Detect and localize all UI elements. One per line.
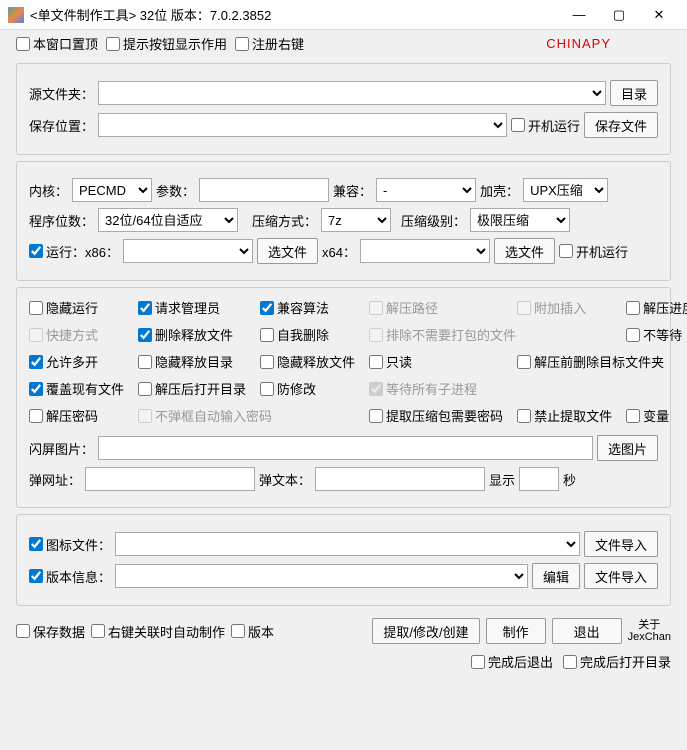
version-info-select[interactable] (115, 564, 528, 588)
run-x86-checkbox[interactable]: 运行：x86： (29, 242, 119, 261)
splash-label: 闪屏图片： (29, 439, 94, 458)
version-info-checkbox[interactable]: 版本信息： (29, 567, 111, 586)
boot-run-checkbox[interactable]: 开机运行 (511, 116, 580, 135)
exit-after-checkbox[interactable]: 完成后退出 (471, 652, 553, 671)
maximize-button[interactable]: ▢ (599, 0, 639, 30)
hide-dir-checkbox[interactable]: 隐藏释放目录 (138, 352, 246, 371)
req-admin-checkbox[interactable]: 请求管理员 (138, 298, 246, 317)
build-button[interactable]: 制作 (486, 618, 546, 644)
compat-label: 兼容： (333, 181, 372, 200)
multi-checkbox[interactable]: 允许多开 (29, 352, 124, 371)
popup-url-input[interactable] (85, 467, 255, 491)
readonly-checkbox[interactable]: 只读 (369, 352, 503, 371)
extract-modify-create-button[interactable]: 提取/修改/创建 (372, 618, 479, 644)
selfile-x64-button[interactable]: 选文件 (494, 238, 555, 264)
app-icon (8, 7, 24, 23)
splash-browse-button[interactable]: 选图片 (597, 435, 658, 461)
exit-button[interactable]: 退出 (552, 618, 622, 644)
popup-text-label: 弹文本： (259, 470, 311, 489)
version-edit-button[interactable]: 编辑 (532, 563, 580, 589)
run-x64-select[interactable] (360, 239, 490, 263)
bits-label: 程序位数： (29, 211, 94, 230)
hide-file-checkbox[interactable]: 隐藏释放文件 (260, 352, 355, 371)
minimize-button[interactable]: — (559, 0, 599, 30)
popup-text-input[interactable] (315, 467, 485, 491)
overwrite-checkbox[interactable]: 覆盖现有文件 (29, 379, 124, 398)
window-title: <单文件制作工具> 32位 版本：7.0.2.3852 (30, 5, 559, 24)
no-pwd-dlg-checkbox: 不弹框自动输入密码 (138, 406, 355, 425)
selfile-x86-button[interactable]: 选文件 (257, 238, 318, 264)
bits-select[interactable]: 32位/64位自适应 (98, 208, 238, 232)
show-label: 显示 (489, 470, 515, 489)
compat-algo-checkbox[interactable]: 兼容算法 (260, 298, 355, 317)
save-data-checkbox[interactable]: 保存数据 (16, 622, 85, 641)
save-file-button[interactable]: 保存文件 (584, 112, 658, 138)
run-x86-select[interactable] (123, 239, 253, 263)
param-input[interactable] (199, 178, 329, 202)
shell-select[interactable]: UPX压缩 (523, 178, 608, 202)
del-target-checkbox[interactable]: 解压前删除目标文件夹 (517, 352, 687, 371)
source-folder-select[interactable] (98, 81, 606, 105)
bootrun2-checkbox[interactable]: 开机运行 (559, 242, 628, 261)
x64-label: x64： (322, 242, 356, 261)
shortcut-checkbox: 快捷方式 (29, 325, 124, 344)
ziplvl-label: 压缩级别： (401, 211, 466, 230)
need-pwd-checkbox[interactable]: 提取压缩包需要密码 (369, 406, 503, 425)
hide-run-checkbox[interactable]: 隐藏运行 (29, 298, 124, 317)
extract-pwd-checkbox[interactable]: 解压密码 (29, 406, 124, 425)
close-button[interactable]: ✕ (639, 0, 679, 30)
self-del-checkbox[interactable]: 自我删除 (260, 325, 355, 344)
extract-path-checkbox: 解压路径 (369, 298, 503, 317)
zipmode-select[interactable]: 7z (321, 208, 391, 232)
wait-child-checkbox: 等待所有子进程 (369, 379, 687, 398)
save-location-select[interactable] (98, 113, 507, 137)
del-extract-checkbox[interactable]: 删除释放文件 (138, 325, 246, 344)
brand-label: CHINAPY (546, 36, 611, 51)
about-label: 关于 JexChan (628, 619, 671, 643)
no-extract-checkbox[interactable]: 禁止提取文件 (517, 406, 612, 425)
splash-input[interactable] (98, 436, 593, 460)
version-checkbox[interactable]: 版本 (231, 622, 274, 641)
add-plugin-checkbox: 附加插入 (517, 298, 612, 317)
browse-folder-button[interactable]: 目录 (610, 80, 658, 106)
open-dir-after-checkbox[interactable]: 完成后打开目录 (563, 652, 671, 671)
popup-url-label: 弹网址： (29, 470, 81, 489)
save-location-label: 保存位置： (29, 116, 94, 135)
source-folder-label: 源文件夹： (29, 84, 94, 103)
core-label: 内核： (29, 181, 68, 200)
version-import-button[interactable]: 文件导入 (584, 563, 658, 589)
compat-select[interactable]: - (376, 178, 476, 202)
open-after-checkbox[interactable]: 解压后打开目录 (138, 379, 246, 398)
zipmode-label: 压缩方式： (252, 211, 317, 230)
core-select[interactable]: PECMD (72, 178, 152, 202)
hint-checkbox[interactable]: 提示按钮显示作用 (106, 34, 227, 53)
param-label: 参数： (156, 181, 195, 200)
sec-label: 秒 (563, 470, 576, 489)
icon-file-checkbox[interactable]: 图标文件： (29, 535, 111, 554)
icon-file-select[interactable] (115, 532, 580, 556)
anti-mod-checkbox[interactable]: 防修改 (260, 379, 355, 398)
show-seconds-input[interactable] (519, 467, 559, 491)
shell-label: 加壳： (480, 181, 519, 200)
var-checkbox[interactable]: 变量 (626, 406, 687, 425)
icon-import-button[interactable]: 文件导入 (584, 531, 658, 557)
ziplvl-select[interactable]: 极限压缩 (470, 208, 570, 232)
pin-window-checkbox[interactable]: 本窗口置顶 (16, 34, 98, 53)
exclude-checkbox: 排除不需要打包的文件 (369, 325, 612, 344)
extract-progress-checkbox[interactable]: 解压进度 (626, 298, 687, 317)
nowait-checkbox[interactable]: 不等待 (626, 325, 687, 344)
register-rightclick-checkbox[interactable]: 注册右键 (235, 34, 304, 53)
auto-build-checkbox[interactable]: 右键关联时自动制作 (91, 622, 225, 641)
